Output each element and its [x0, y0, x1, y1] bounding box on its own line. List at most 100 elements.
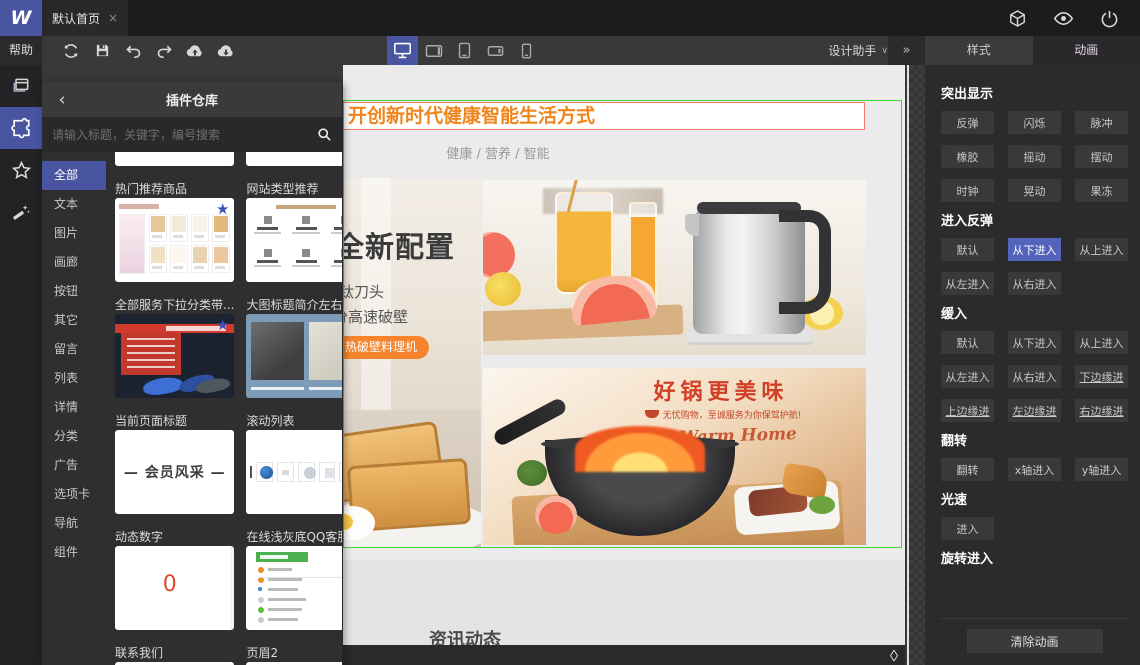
plugin-item-thumbnail[interactable]: — 会员风采 —	[115, 430, 235, 514]
favorite-star-icon[interactable]: ★	[216, 200, 229, 218]
page-preview[interactable]: 开创新时代健康智能生活方式 健康 / 营养 / 智能 全新配置 钛刀头 分高速破…	[343, 65, 905, 665]
device-desktop-icon[interactable]	[387, 36, 418, 65]
plugin-item[interactable]	[246, 152, 342, 176]
collapse-panel-chevrons-icon[interactable]: »	[888, 36, 925, 65]
animation-option-button[interactable]: 摆动	[1075, 145, 1128, 168]
banner-blender[interactable]: 全新配置 钛刀头 分高速破壁 热破壁料理机	[343, 178, 481, 410]
code-view-icon[interactable]: 〈〉	[883, 647, 905, 664]
animation-option-button[interactable]: 从上进入	[1075, 331, 1128, 354]
tab-close-icon[interactable]: ×	[108, 11, 118, 25]
page-subtitle[interactable]: 健康 / 营养 / 智能	[398, 143, 598, 162]
plugin-item[interactable]: 页眉2	[246, 640, 342, 665]
animation-option-button[interactable]: 反弹	[941, 111, 994, 134]
animation-option-button[interactable]: 默认	[941, 238, 994, 261]
plugin-item[interactable]: 全部服务下拉分类带... ★	[115, 292, 235, 408]
device-phone-portrait-icon[interactable]	[511, 36, 542, 65]
animation-option-button[interactable]: 下边缘进	[1075, 365, 1128, 388]
animation-option-button[interactable]: 左边缘进	[1008, 399, 1061, 422]
tab-animation[interactable]: 动画	[1032, 36, 1140, 65]
animation-option-button[interactable]: 从左进入	[941, 365, 994, 388]
clear-animation-button[interactable]: 清除动画	[966, 629, 1103, 653]
wok-banner-photo[interactable]: 好锅更美味 无忧购物，至诚服务为你保驾护航! Warm Home	[483, 368, 866, 545]
animation-option-button[interactable]: x轴进入	[1008, 458, 1061, 481]
power-exit-icon[interactable]	[1086, 0, 1132, 36]
category-item[interactable]: 图片	[42, 219, 106, 248]
save-icon[interactable]	[93, 42, 111, 60]
device-tablet-landscape-icon[interactable]	[418, 36, 449, 65]
animation-option-button[interactable]: 上边缘进	[941, 399, 994, 422]
category-item[interactable]: 广告	[42, 451, 106, 480]
device-phone-landscape-icon[interactable]	[480, 36, 511, 65]
animation-option-button[interactable]: 闪烁	[1008, 111, 1061, 134]
plugin-item-thumbnail[interactable]	[246, 314, 342, 398]
category-item[interactable]: 选项卡	[42, 480, 106, 509]
redo-icon[interactable]	[155, 42, 173, 60]
banner-button[interactable]: 热破壁料理机	[343, 336, 430, 359]
help-button[interactable]: 帮助	[0, 36, 42, 65]
plugin-item[interactable]: 动态数字 0	[115, 524, 235, 640]
animation-option-button[interactable]: 进入	[941, 517, 994, 540]
animation-option-button[interactable]: 从右进入	[1008, 272, 1061, 295]
animation-option-button[interactable]: 从下进入	[1008, 331, 1061, 354]
tab-style[interactable]: 样式	[925, 36, 1033, 65]
page-title-element[interactable]: 开创新时代健康智能生活方式	[343, 102, 865, 130]
plugin-item[interactable]	[115, 152, 235, 176]
plugin-item[interactable]: 当前页面标题 — 会员风采 —	[115, 408, 235, 524]
design-assistant-dropdown[interactable]: 设计助手 ∨	[828, 42, 888, 59]
search-icon[interactable]	[317, 127, 332, 142]
plugins-puzzle-icon[interactable]	[0, 107, 42, 149]
components-cube-icon[interactable]	[994, 0, 1040, 36]
magic-wand-icon[interactable]	[0, 191, 42, 233]
plugin-item[interactable]: 滚动列表 ★	[246, 408, 342, 524]
device-tablet-portrait-icon[interactable]	[449, 36, 480, 65]
back-chevron-icon[interactable]: ‹	[42, 90, 82, 110]
category-item[interactable]: 按钮	[42, 277, 106, 306]
plugin-item-thumbnail[interactable]: ★	[246, 430, 342, 514]
undo-icon[interactable]	[124, 42, 142, 60]
animation-option-button[interactable]: 时钟	[941, 179, 994, 202]
category-item[interactable]: 分类	[42, 422, 106, 451]
category-item[interactable]: 导航	[42, 509, 106, 538]
animation-option-button[interactable]: 橡胶	[941, 145, 994, 168]
category-item[interactable]: 文本	[42, 190, 106, 219]
plugin-item[interactable]: 联系我们	[115, 640, 235, 665]
favorites-star-icon[interactable]	[0, 149, 42, 191]
category-item[interactable]: 其它	[42, 306, 106, 335]
plugin-item[interactable]: 在线浅灰底QQ客服	[246, 524, 342, 640]
favorite-star-icon[interactable]: ★	[216, 316, 229, 334]
animation-option-button[interactable]: 从右进入	[1008, 365, 1061, 388]
plugin-item-thumbnail[interactable]: ★	[115, 314, 235, 398]
category-item[interactable]: 列表	[42, 364, 106, 393]
animation-option-button[interactable]: 果冻	[1075, 179, 1128, 202]
plugin-item-thumbnail[interactable]	[115, 152, 235, 166]
plugin-item[interactable]: 网站类型推荐 ★	[246, 176, 342, 292]
animation-option-button[interactable]: 脉冲	[1075, 111, 1128, 134]
plugin-search-input[interactable]	[52, 127, 317, 142]
cloud-download-icon[interactable]	[217, 42, 235, 60]
bread-photo[interactable]	[343, 410, 481, 548]
animation-option-button[interactable]: 翻转	[941, 458, 994, 481]
category-item[interactable]: 组件	[42, 538, 106, 567]
canvas-gutter[interactable]	[907, 65, 925, 665]
category-item[interactable]: 留言	[42, 335, 106, 364]
plugin-item[interactable]: 大图标题简介左右切...	[246, 292, 342, 408]
pages-icon[interactable]	[0, 65, 42, 107]
animation-option-button[interactable]: 从下进入	[1008, 238, 1061, 261]
plugin-item-thumbnail[interactable]: ★	[115, 198, 235, 282]
category-item[interactable]: 画廊	[42, 248, 106, 277]
animation-option-button[interactable]: 右边缘进	[1075, 399, 1128, 422]
category-item[interactable]: 全部	[42, 161, 106, 190]
plugin-item-thumbnail[interactable]	[246, 546, 342, 630]
animation-option-button[interactable]: 晃动	[1008, 179, 1061, 202]
plugin-item[interactable]: 热门推荐商品 ★	[115, 176, 235, 292]
animation-option-button[interactable]: 摇动	[1008, 145, 1061, 168]
animation-option-button[interactable]: 从左进入	[941, 272, 994, 295]
plugin-item-thumbnail[interactable]	[246, 152, 342, 166]
plugin-item-thumbnail[interactable]: ★	[246, 198, 342, 282]
animation-option-button[interactable]: 默认	[941, 331, 994, 354]
category-item[interactable]: 详情	[42, 393, 106, 422]
animation-option-button[interactable]: 从上进入	[1075, 238, 1128, 261]
kettle-photo[interactable]	[483, 180, 866, 355]
plugin-item-thumbnail[interactable]: 0	[115, 546, 235, 630]
refresh-icon[interactable]	[62, 42, 80, 60]
